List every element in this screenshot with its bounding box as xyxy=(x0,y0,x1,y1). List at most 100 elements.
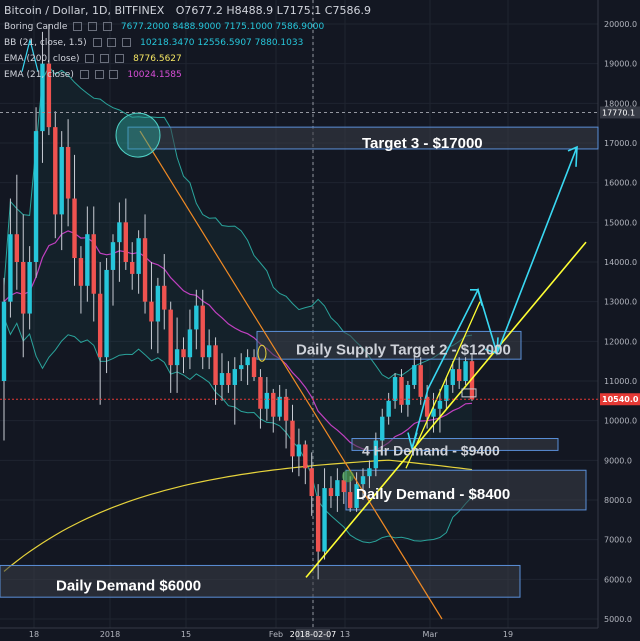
y-tick-label: 8000.0 xyxy=(604,496,632,505)
candle-bear xyxy=(303,444,308,469)
visibility-icon[interactable] xyxy=(85,54,95,63)
settings-icon[interactable] xyxy=(100,54,110,63)
candle-bull xyxy=(1,301,7,381)
candle-bull xyxy=(33,131,39,262)
target3-zone-label: Target 3 - $17000 xyxy=(362,135,483,152)
candle-bull xyxy=(322,488,327,552)
candle-bull xyxy=(296,444,302,457)
candle-bull xyxy=(110,242,116,270)
x-tick-label: 18 xyxy=(29,630,39,639)
candle-bull xyxy=(232,369,237,385)
candle-bear xyxy=(130,262,135,274)
x-tick-label: 15 xyxy=(181,630,191,639)
candle-bull xyxy=(335,480,340,497)
candle-bear xyxy=(251,357,257,378)
candle-bull xyxy=(405,384,411,405)
ohlc-close: C7586.9 xyxy=(324,4,371,17)
ohlc-open: O7677.2 xyxy=(175,4,223,17)
x-tick-label: 2018-02-07 xyxy=(290,630,337,639)
y-tick-label: 14000.0 xyxy=(604,258,637,267)
candle-bear xyxy=(309,468,314,497)
indicator-bb[interactable]: BB (21, close, 1.5) 10218.3470 12556.590… xyxy=(4,38,303,48)
y-tick-label: 9000.0 xyxy=(604,456,632,465)
candle-bull xyxy=(27,262,32,314)
y-tick-label: 11000.0 xyxy=(604,377,637,386)
symbol-title: Bitcoin / Dollar, 1D, BITFINEX xyxy=(4,4,165,17)
visibility-icon[interactable] xyxy=(79,70,89,79)
x-tick-label: Feb xyxy=(269,630,283,639)
candle-bear xyxy=(53,127,58,215)
y-tick-label: 5000.0 xyxy=(604,615,632,624)
y-tick-label: 17000.0 xyxy=(604,139,637,148)
candle-bull xyxy=(8,234,13,302)
candle-bull xyxy=(194,305,199,330)
candle-bull xyxy=(59,146,64,215)
x-tick-label: 13 xyxy=(340,630,350,639)
x-tick-label: 2018 xyxy=(100,630,120,639)
candle-bear xyxy=(456,369,462,381)
crosshair-price-label: 17770.1 xyxy=(602,108,635,117)
candle-bull xyxy=(85,234,90,286)
y-tick-label: 19000.0 xyxy=(604,60,637,69)
candle-bear xyxy=(213,345,218,385)
y-tick-label: 20000.0 xyxy=(604,20,637,29)
candle-bull xyxy=(463,361,468,381)
demand-9400-zone-label: 4 Hr Demand - $9400 xyxy=(362,442,500,458)
candle-bear xyxy=(271,392,276,417)
y-tick-label: 10000.0 xyxy=(604,417,637,426)
candle-bear xyxy=(168,309,173,366)
indicator-boring-candle[interactable]: Boring Candle 7677.2000 8488.9000 7175.1… xyxy=(4,22,324,32)
candle-bull xyxy=(187,329,193,358)
candle-bull xyxy=(450,369,455,385)
candle-bull xyxy=(174,349,180,366)
settings-icon[interactable] xyxy=(94,70,104,79)
candle-bull xyxy=(136,238,141,274)
chart-title: Bitcoin / Dollar, 1D, BITFINEX O7677.2 H… xyxy=(4,4,371,17)
close-icon[interactable] xyxy=(109,70,119,79)
y-tick-label: 16000.0 xyxy=(604,179,637,188)
visibility-icon[interactable] xyxy=(92,38,102,47)
x-tick-label: 19 xyxy=(503,630,513,639)
candle-bear xyxy=(341,480,346,493)
candle-bull xyxy=(444,384,449,401)
candle-bear xyxy=(399,377,404,405)
candle-bear xyxy=(283,396,289,421)
settings-icon[interactable] xyxy=(88,22,98,31)
close-icon[interactable] xyxy=(115,54,125,63)
highlight-circle-top xyxy=(115,112,161,158)
candle-bear xyxy=(14,234,20,262)
candle-bear xyxy=(200,305,205,358)
ohlc-low: L7175.1 xyxy=(276,4,322,17)
candle-bear xyxy=(290,420,295,457)
y-tick-label: 15000.0 xyxy=(604,218,637,227)
candle-bear xyxy=(142,238,148,302)
visibility-icon[interactable] xyxy=(73,22,83,31)
candle-bull xyxy=(117,222,122,243)
candle-bear xyxy=(21,262,26,314)
candle-bull xyxy=(412,365,417,385)
candle-bull xyxy=(437,400,443,409)
indicator-ema200[interactable]: EMA (200, close) 8776.5627 xyxy=(4,54,182,64)
demand-8400-zone-label: Daily Demand - $8400 xyxy=(356,486,510,503)
candle-bear xyxy=(91,234,96,294)
candle-bear xyxy=(78,258,84,286)
candle-bull xyxy=(380,416,385,441)
candle-bull xyxy=(219,373,225,385)
candle-bull xyxy=(277,396,282,417)
settings-icon[interactable] xyxy=(107,38,117,47)
candle-bull xyxy=(239,365,244,370)
candle-bull xyxy=(155,285,161,322)
close-icon[interactable] xyxy=(103,22,113,31)
candle-bear xyxy=(347,492,353,508)
current-price-label: 10540.0 xyxy=(602,395,639,404)
candle-bull xyxy=(264,392,270,409)
close-icon[interactable] xyxy=(122,38,132,47)
supply-zone-label: Daily Supply Target 2 - $12000 xyxy=(296,341,511,358)
candle-bear xyxy=(418,365,423,397)
candle-bear xyxy=(258,377,263,409)
y-tick-label: 12000.0 xyxy=(604,337,637,346)
x-tick-label: Mar xyxy=(422,630,438,639)
indicator-ema21[interactable]: EMA (21, close) 10024.1585 xyxy=(4,70,182,80)
candle-bull xyxy=(367,468,372,477)
candlestick-chart[interactable]: 20000.019000.018000.017000.016000.015000… xyxy=(0,0,640,641)
